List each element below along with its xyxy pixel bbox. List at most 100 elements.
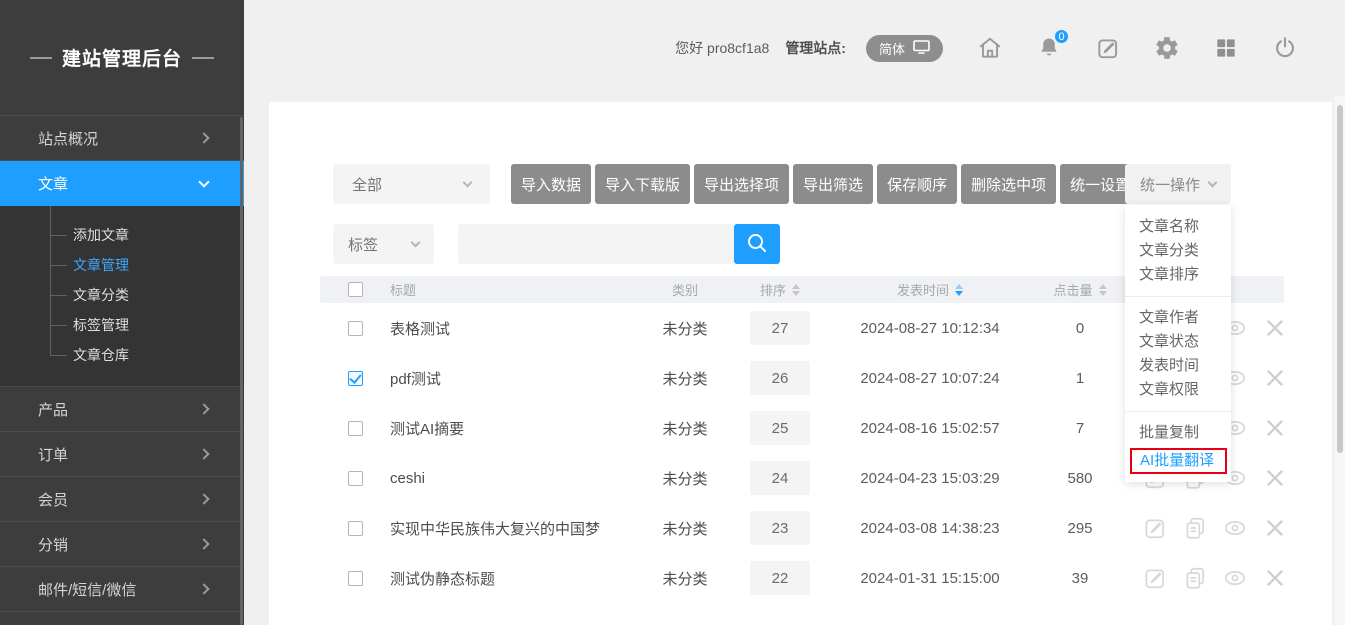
sidebar-scrollbar[interactable]: [240, 117, 243, 625]
row-actions: [1130, 515, 1288, 541]
tag-filter-value: 标签: [348, 234, 378, 255]
article-order-cell: 23: [730, 511, 830, 545]
sidebar-subitem-5[interactable]: 文章仓库: [0, 340, 244, 370]
search-input[interactable]: [458, 224, 734, 264]
order-value[interactable]: 26: [750, 361, 810, 395]
copy-icon[interactable]: [1182, 515, 1208, 541]
menu-item[interactable]: 文章排序: [1125, 263, 1231, 287]
row-checkbox-cell: [320, 571, 370, 586]
sidebar-subitem-4[interactable]: 标签管理: [0, 310, 244, 340]
column-header-clicks[interactable]: 点击量: [1030, 280, 1130, 299]
toolbar-button-2[interactable]: 导入下载版: [595, 164, 690, 204]
menu-item[interactable]: 文章作者: [1125, 306, 1231, 330]
column-header-publish-time[interactable]: 发表时间: [830, 280, 1030, 299]
sidebar-item-bottom-1[interactable]: 产品: [0, 387, 244, 432]
column-header-order[interactable]: 排序: [730, 280, 830, 299]
language-switch-button[interactable]: 简体: [866, 35, 943, 62]
article-order-cell: 27: [730, 311, 830, 345]
sidebar-subitem-2[interactable]: 文章管理: [0, 250, 244, 280]
header-icon-group: 0: [977, 35, 1298, 61]
order-value[interactable]: 24: [750, 461, 810, 495]
toolbar-button-5[interactable]: 保存顺序: [877, 164, 957, 204]
delete-icon[interactable]: [1262, 315, 1288, 341]
power-icon[interactable]: [1272, 35, 1298, 61]
toolbar-button-6[interactable]: 删除选中项: [961, 164, 1056, 204]
copy-icon[interactable]: [1182, 565, 1208, 591]
table-row: 实现中华民族伟大复兴的中国梦未分类232024-03-08 14:38:2329…: [320, 503, 1284, 553]
toolbar-button-4[interactable]: 导出筛选: [793, 164, 873, 204]
menu-item[interactable]: 批量复制: [1125, 421, 1231, 445]
menu-item[interactable]: 文章分类: [1125, 239, 1231, 263]
column-header-title: 标题: [370, 280, 640, 299]
delete-icon[interactable]: [1262, 515, 1288, 541]
manage-site-label: 管理站点:: [785, 38, 846, 58]
delete-icon[interactable]: [1262, 565, 1288, 591]
bell-icon[interactable]: 0: [1036, 35, 1062, 61]
toolbar-button-1[interactable]: 导入数据: [511, 164, 591, 204]
toolbar-button-3[interactable]: 导出选择项: [694, 164, 789, 204]
sort-icon[interactable]: [1099, 284, 1107, 296]
row-checkbox[interactable]: [348, 321, 363, 336]
row-checkbox[interactable]: [348, 521, 363, 536]
view-icon[interactable]: [1222, 565, 1248, 591]
menu-item-ai-batch-translate[interactable]: AI批量翻译: [1130, 448, 1227, 474]
select-all-checkbox[interactable]: [348, 282, 363, 297]
delete-icon[interactable]: [1262, 365, 1288, 391]
delete-icon[interactable]: [1262, 415, 1288, 441]
sidebar-bottom: 产品订单会员分销邮件/短信/微信: [0, 387, 244, 612]
chevron-right-icon: [198, 583, 209, 594]
order-value[interactable]: 27: [750, 311, 810, 345]
row-checkbox[interactable]: [348, 371, 363, 386]
edit-icon[interactable]: [1142, 515, 1168, 541]
sort-icon-active[interactable]: [955, 284, 963, 296]
sort-icon[interactable]: [792, 284, 800, 296]
sidebar-item-bottom-5[interactable]: 邮件/短信/微信: [0, 567, 244, 612]
chevron-down-icon: [463, 177, 473, 187]
menu-item[interactable]: 文章权限: [1125, 378, 1231, 402]
publish-time: 2024-08-27 10:12:34: [830, 320, 1030, 337]
app-title: 建站管理后台: [0, 0, 244, 116]
sidebar-item-site-overview[interactable]: 站点概况: [0, 116, 244, 161]
tag-filter-select[interactable]: 标签: [333, 224, 434, 264]
menu-item[interactable]: 文章状态: [1125, 330, 1231, 354]
order-value[interactable]: 25: [750, 411, 810, 445]
article-order-cell: 24: [730, 461, 830, 495]
search-button[interactable]: [734, 224, 780, 264]
menu-item[interactable]: 发表时间: [1125, 354, 1231, 378]
home-icon[interactable]: [977, 35, 1003, 61]
delete-icon[interactable]: [1262, 465, 1288, 491]
edit-icon[interactable]: [1095, 35, 1121, 61]
sidebar-item-article[interactable]: 文章: [0, 161, 244, 206]
edit-icon[interactable]: [1142, 565, 1168, 591]
article-order-cell: 22: [730, 561, 830, 595]
menu-item[interactable]: 文章名称: [1125, 215, 1231, 239]
click-count: 0: [1030, 320, 1130, 337]
order-value[interactable]: 23: [750, 511, 810, 545]
publish-time: 2024-08-27 10:07:24: [830, 370, 1030, 387]
article-title: 表格测试: [370, 318, 640, 339]
article-title: 测试伪静态标题: [370, 568, 640, 589]
category-filter-select[interactable]: 全部: [333, 164, 490, 204]
order-value[interactable]: 22: [750, 561, 810, 595]
sidebar-subitem-1[interactable]: 添加文章: [0, 220, 244, 250]
view-icon[interactable]: [1222, 515, 1248, 541]
toolbar-buttons: 导入数据导入下载版导出选择项导出筛选保存顺序删除选中项统一设置SEO: [511, 164, 1172, 204]
row-checkbox[interactable]: [348, 421, 363, 436]
apps-icon[interactable]: [1213, 35, 1239, 61]
article-order-cell: 25: [730, 411, 830, 445]
sidebar-item-bottom-3[interactable]: 会员: [0, 477, 244, 522]
column-header-order-label: 排序: [760, 280, 786, 299]
row-checkbox[interactable]: [348, 471, 363, 486]
page-scrollbar[interactable]: [1335, 96, 1345, 625]
column-header-publish-time-label: 发表时间: [897, 280, 949, 299]
row-checkbox[interactable]: [348, 571, 363, 586]
sidebar-item-bottom-2[interactable]: 订单: [0, 432, 244, 477]
click-count: 1: [1030, 370, 1130, 387]
chevron-right-icon: [198, 403, 209, 414]
settings-icon[interactable]: [1154, 35, 1180, 61]
scrollbar-thumb[interactable]: [1337, 105, 1343, 453]
article-title: pdf测试: [370, 368, 640, 389]
unified-action-button[interactable]: 统一操作: [1125, 164, 1231, 204]
sidebar-subitem-3[interactable]: 文章分类: [0, 280, 244, 310]
sidebar-item-bottom-4[interactable]: 分销: [0, 522, 244, 567]
